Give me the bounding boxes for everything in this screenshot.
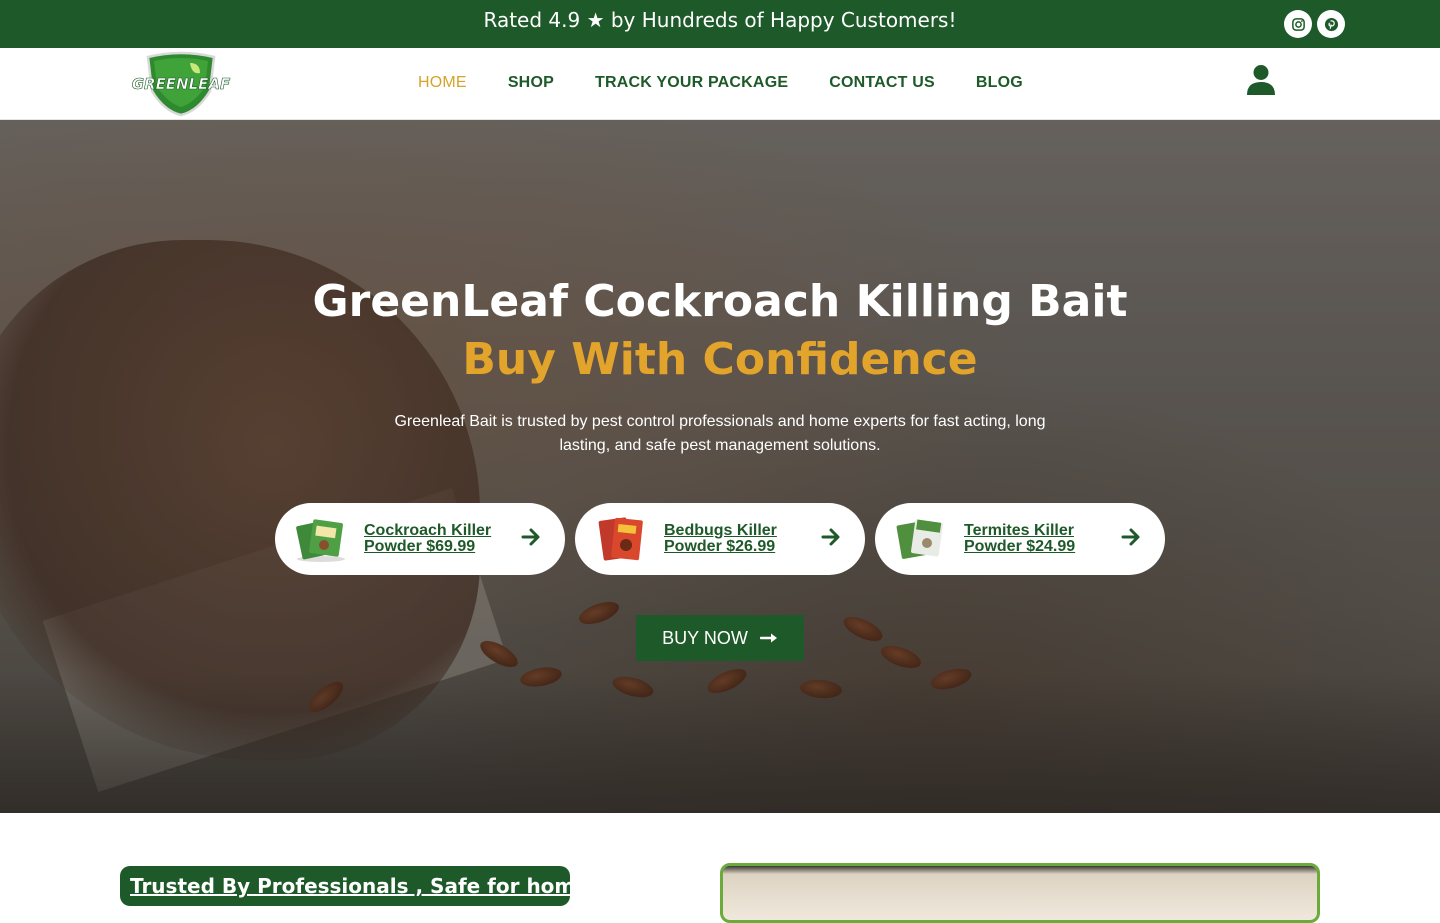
user-icon <box>1247 65 1275 95</box>
pinterest-link[interactable] <box>1317 10 1345 38</box>
product-label-cockroach: Cockroach Killer Powder $69.99 <box>364 522 492 555</box>
main-nav: HOME SHOP TRACK YOUR PACKAGE CONTACT US … <box>418 74 1023 92</box>
buy-now-label: BUY NOW <box>662 627 748 648</box>
nav-blog[interactable]: BLOG <box>976 74 1023 92</box>
hero-title: GreenLeaf Cockroach Killing Bait <box>312 276 1128 327</box>
arrow-right-icon <box>821 528 840 546</box>
arrow-right-icon <box>521 528 540 546</box>
product-label-bedbugs: Bedbugs Killer Powder $26.99 <box>664 522 777 555</box>
termites-powder-image <box>896 519 943 559</box>
announcement-bar: Rated 4.9 ★ by Hundreds of Happy Custome… <box>0 0 1440 48</box>
instagram-link[interactable] <box>1284 10 1312 38</box>
product-card-bedbugs[interactable]: Bedbugs Killer Powder $26.99 <box>575 503 865 575</box>
greenleaf-logo[interactable]: GREENLEAF <box>128 51 234 117</box>
nav-home[interactable]: HOME <box>418 74 467 92</box>
svg-text:GREENLEAF: GREENLEAF <box>132 75 231 93</box>
instagram-icon <box>1291 17 1305 31</box>
buy-now-button[interactable]: BUY NOW <box>636 615 804 661</box>
announcement-text: Rated 4.9 ★ by Hundreds of Happy Custome… <box>483 8 957 32</box>
nav-shop[interactable]: SHOP <box>508 74 554 92</box>
nav-track-package[interactable]: TRACK YOUR PACKAGE <box>595 74 788 92</box>
media-frame <box>720 863 1320 923</box>
hero-bottom-shade <box>0 673 1440 813</box>
nav-contact-us[interactable]: CONTACT US <box>829 74 935 92</box>
hero-subtitle: Buy With Confidence <box>462 334 978 385</box>
cockroach-powder-image <box>296 519 345 562</box>
pinterest-icon <box>1324 17 1338 31</box>
trusted-badge-link[interactable]: Trusted By Professionals , Safe for home… <box>120 866 636 906</box>
product-card-cockroach[interactable]: Cockroach Killer Powder $69.99 <box>275 503 565 575</box>
hero-description: Greenleaf Bait is trusted by pest contro… <box>394 413 1046 454</box>
bedbugs-powder-image <box>598 517 643 561</box>
product-card-termites[interactable]: Termites Killer Powder $24.99 <box>875 503 1165 575</box>
product-label-termites: Termites Killer Powder $24.99 <box>964 522 1076 555</box>
hero-section: GreenLeaf Cockroach Killing Bait Buy Wit… <box>0 120 1440 813</box>
arrow-right-icon <box>1121 528 1140 546</box>
account-button[interactable] <box>1246 64 1276 96</box>
long-arrow-right-icon <box>759 633 777 643</box>
site-header: GREENLEAF HOME SHOP TRACK YOUR PACKAGE C… <box>0 48 1440 120</box>
